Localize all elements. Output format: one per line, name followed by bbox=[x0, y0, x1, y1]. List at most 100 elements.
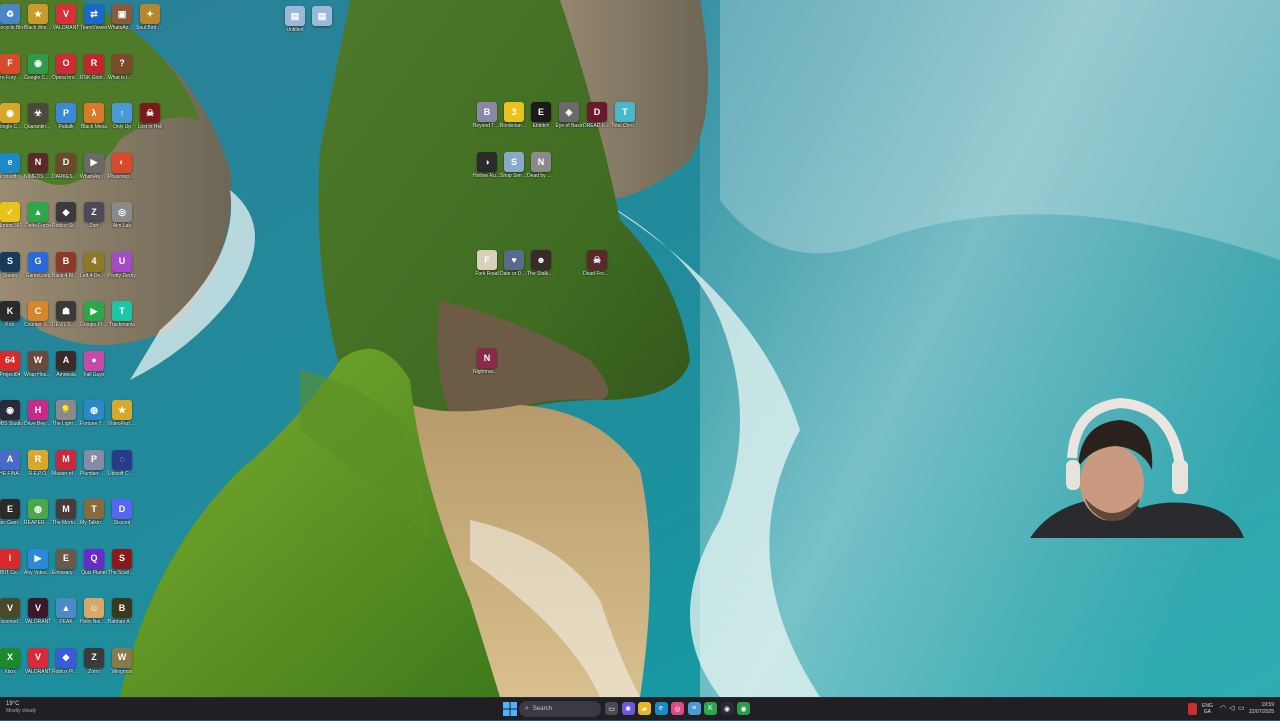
desktop-icon-recycle-bin[interactable]: ♻Recycle Bin bbox=[0, 4, 24, 31]
taskbar-notepad-icon[interactable]: ≡ bbox=[687, 702, 701, 715]
desktop-icon-the-finals[interactable]: ATHE FINALS bbox=[0, 449, 24, 477]
desktop-icon-emissary[interactable]: EEmissary Zero Demo bbox=[52, 548, 80, 576]
desktop-icon-what-is-image[interactable]: ?What is image bbox=[108, 53, 136, 81]
desktop-icon-scarlet-harvest[interactable]: SThe Scarlet Harvest bbox=[108, 548, 136, 576]
taskbar-copilot-icon[interactable]: ✺ bbox=[621, 702, 635, 715]
taskbar-chrome-app-icon[interactable]: ◉ bbox=[737, 702, 750, 715]
desktop-icon-batman[interactable]: BBatman Arkham bbox=[108, 598, 136, 625]
desktop-icon-fall-guys[interactable]: ● Fall Guys bbox=[80, 350, 108, 378]
desktop-icon-lost-in-hell[interactable]: ☠ Lost in Hell bbox=[136, 103, 164, 130]
desktop-icon-google-chrome-2[interactable]: ◉Google Chrome bbox=[0, 103, 24, 130]
desktop-icon-n64[interactable]: 64 Project64 bbox=[0, 350, 24, 378]
desktop-icon-roblox-studio[interactable]: ◆Roblox Studio bbox=[52, 202, 80, 229]
desktop-icon-teamviewer[interactable]: ⇄ TeamViewer bbox=[80, 4, 108, 31]
desktop-icon-discord[interactable]: D Discord bbox=[108, 499, 136, 526]
desktop-icon-wrap-house[interactable]: WWrap House Simulator bbox=[24, 350, 52, 378]
desktop-icon-talking-tom[interactable]: TMy Talking Tom 2 bbox=[80, 499, 108, 526]
desktop-icon-only-up[interactable]: ↑ Only Up bbox=[108, 103, 136, 130]
desktop-icon-borderlands[interactable]: 3Borderlands 3 bbox=[500, 102, 528, 129]
desktop-icon-fork-road[interactable]: F Fork Road bbox=[473, 250, 501, 277]
wifi-icon[interactable]: ◠ bbox=[1220, 704, 1226, 712]
desktop-icon-valorant-3[interactable]: V VALORANT bbox=[24, 647, 52, 675]
desktop-icon-plumber[interactable]: PPlumber Crack bbox=[80, 449, 108, 477]
desktop-icon-master-of[interactable]: MMaster of Cylinder bbox=[52, 449, 80, 477]
desktop-icon-paltalk[interactable]: P Paltalk bbox=[52, 103, 80, 130]
desktop-icon-darkest-days[interactable]: DDARKEST DAYS bbox=[52, 152, 80, 180]
desktop-icon-whatsapp-video[interactable]: ▶WhatsApp Video 2025... bbox=[80, 152, 108, 180]
desktop-icon-mortuary[interactable]: MThe Mortuary Assistant D... bbox=[52, 499, 80, 526]
desktop-icon-peak[interactable]: ▲ PEAK bbox=[52, 598, 80, 625]
desktop-icon-rsk[interactable]: RRSK Global Domination bbox=[80, 53, 108, 81]
desktop-icon-devils-guild[interactable]: ☗DEVIL'S GUILD bbox=[52, 301, 80, 328]
desktop-icon-epic-games[interactable]: EEpic Games Launcher bbox=[0, 499, 24, 526]
desktop-icon-wingman[interactable]: W Wingman bbox=[108, 647, 136, 675]
desktop-icon-beyond-two-souls[interactable]: BBeyond Two Souls bbox=[473, 102, 501, 129]
desktop-icon-fire-fury[interactable]: FFire Fury MG bbox=[0, 53, 24, 81]
app-tray-icon[interactable] bbox=[1188, 703, 1197, 715]
desktop-icon-hello-neighbor[interactable]: ☺Hello Neighbor bbox=[80, 598, 108, 625]
desktop-icon-stalked[interactable]: ☻ The Stalked 2 bbox=[527, 250, 555, 277]
desktop-icon-obs-studio[interactable]: ◉OBS Studio bbox=[0, 400, 24, 427]
desktop-icon-steam[interactable]: S Steam bbox=[0, 251, 24, 279]
clock[interactable]: 19:59 22/07/2025 bbox=[1249, 702, 1274, 716]
desktop-icon-videopad[interactable]: ★VideoPad Video Editor bbox=[108, 400, 136, 427]
desktop-icon-google-chrome[interactable]: ◉Google Chrome bbox=[24, 53, 52, 81]
desktop-icon-nimeds-demo[interactable]: NNIMEDS Demo bbox=[24, 152, 52, 180]
desktop-icon-hollow-runner[interactable]: ◑Hollow Runner bbox=[473, 152, 501, 179]
desktop-icon-reaper[interactable]: ◍REAPER (x64) bbox=[24, 499, 52, 526]
desktop-icon-eldritch[interactable]: E Eldritch bbox=[527, 102, 555, 129]
desktop-icon-black-mesa[interactable]: λ Black Mesa bbox=[80, 103, 108, 130]
desktop-icon-fortune-teller[interactable]: ◍Fortune Teller Crystal Ball bbox=[80, 400, 108, 427]
desktop-icon-counter-strike[interactable]: CCounter-Strike 2 bbox=[24, 301, 52, 328]
desktop-icon-left-4-dead[interactable]: 4 Left 4 Dead 2 bbox=[80, 251, 108, 279]
desktop-icon-valorant-2[interactable]: V VALORANT bbox=[24, 598, 52, 625]
desktop-icon-phasmo[interactable]: ◐Phasmophobia bbox=[108, 152, 136, 180]
desktop-icon-gameloop[interactable]: G GameLoop bbox=[24, 251, 52, 279]
desktop-icon-repo[interactable]: R R.E.P.O. bbox=[24, 449, 52, 477]
desktop-icon-any-video[interactable]: ▶Any Video Converter bbox=[24, 548, 52, 576]
desktop-icon-quarantine-zone[interactable]: ☣Quarantine Zone The... bbox=[24, 103, 52, 130]
desktop-icon-opera[interactable]: OOpera browser bbox=[52, 53, 80, 81]
taskbar-obs-app-icon[interactable]: ◉ bbox=[720, 702, 734, 715]
desktop-icon-whatsapp-image[interactable]: ▣WhatsApp Image 2025... bbox=[108, 4, 136, 31]
desktop-icon-ubisoft[interactable]: ◌Ubisoft Connect bbox=[108, 449, 136, 477]
desktop-icon-xbox[interactable]: X Xbox bbox=[0, 647, 24, 675]
desktop-icon-shop-simulator[interactable]: SShop Simulator bbox=[500, 152, 528, 179]
language-indicator[interactable]: ENG GA bbox=[1202, 703, 1213, 715]
battery-icon[interactable]: ▭ bbox=[1238, 704, 1245, 712]
desktop-icon-roblox-player[interactable]: ◆Roblox Player bbox=[52, 647, 80, 675]
desktop-icon-back-4-blood[interactable]: B Back 4 Blood bbox=[52, 251, 80, 279]
desktop-icon-undertale[interactable]: U Pretty Derby bbox=[108, 251, 136, 279]
desktop-icon-nightmare-shift[interactable]: NNightmare Shift Demo bbox=[473, 348, 501, 375]
taskbar-instagram-icon[interactable]: ◎ bbox=[671, 702, 684, 715]
desktop-icon-dead-frontier[interactable]: ☠Dead Frontier 2 bbox=[583, 250, 611, 277]
taskbar-file-explorer-icon[interactable]: ▰ bbox=[638, 702, 651, 715]
desktop-icon-voicemod[interactable]: VVoicemod Pro bbox=[0, 598, 24, 625]
desktop-icon-microsoft-edge[interactable]: eMicrosoft Edge bbox=[0, 152, 24, 180]
desktop-icon-google-play-games[interactable]: ▶Google Play Games beta bbox=[80, 301, 108, 328]
desktop-icon-headset-app[interactable]: ◎ Aim Lab bbox=[108, 202, 136, 229]
taskbar-search[interactable]: ⌕ Search bbox=[519, 701, 601, 717]
desktop-icon-dread-flats[interactable]: DDREAD FLATS Demo bbox=[583, 102, 611, 129]
desktop-icon-file-1[interactable]: ▤ Untitled bbox=[281, 6, 309, 33]
desktop-icon-soul-bird[interactable]: ✦Soul Bird Bones bbox=[136, 4, 164, 31]
desktop-icon-file-2[interactable]: ▤ bbox=[308, 6, 336, 27]
desktop-icon-zort[interactable]: Z Zort bbox=[80, 202, 108, 229]
taskbar-task-view-icon[interactable]: ▭ bbox=[605, 702, 618, 715]
desktop-icon-black-world[interactable]: ★Black World Tunalo bbox=[24, 4, 52, 31]
desktop-icon-iobit[interactable]: iIOBIT Center bbox=[0, 548, 24, 576]
taskbar-edge-icon[interactable]: e bbox=[654, 702, 668, 715]
desktop-icon-the-light[interactable]: 💡The Light Switch Demo bbox=[52, 400, 80, 427]
desktop[interactable]: ♻Recycle Bin★Black World TunaloVVALORANT… bbox=[0, 0, 1280, 697]
start-button[interactable] bbox=[503, 702, 517, 716]
desktop-icon-norton[interactable]: ✓ Norton 360 bbox=[0, 202, 24, 229]
desktop-icon-dead-by-night[interactable]: NDead by Night bbox=[527, 152, 555, 179]
desktop-icon-date-destiny[interactable]: ♥Date or Destiny Ki... bbox=[500, 250, 528, 277]
desktop-icon-z-app[interactable]: Z Zorro bbox=[80, 647, 108, 675]
desktop-icon-drive-beyond[interactable]: HDrive Beyond Horizons D... bbox=[24, 400, 52, 427]
desktop-icon-eye-of-basir[interactable]: ◈ Eye of Basir bbox=[555, 102, 583, 129]
desktop-icon-amnesia[interactable]: A Amnesia bbox=[52, 350, 80, 378]
desktop-icon-total-chronicles[interactable]: TTotal Chronicles bbox=[611, 102, 639, 129]
desktop-icon-valorant-1[interactable]: V VALORANT bbox=[52, 4, 80, 31]
desktop-icon-kick[interactable]: K Kick bbox=[0, 301, 24, 328]
